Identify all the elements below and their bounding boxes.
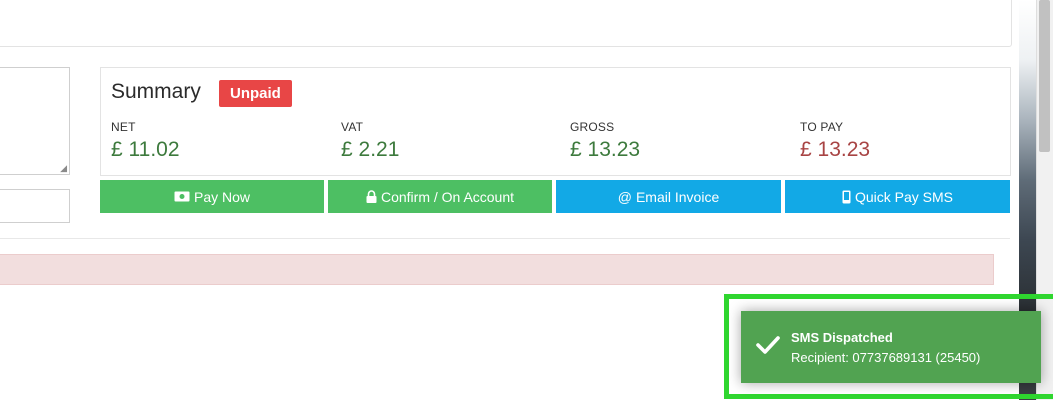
summary-panel: Summary Unpaid NET £ 11.02 VAT £ 2.21 GR…: [100, 67, 1011, 176]
stat-to-pay: TO PAY £ 13.23: [800, 120, 870, 162]
stat-gross-value: £ 13.23: [570, 138, 641, 161]
email-invoice-button[interactable]: @ Email Invoice: [556, 180, 781, 213]
sms-toast-notification[interactable]: SMS Dispatched Recipient: 07737689131 (2…: [741, 311, 1041, 383]
stat-to-pay-label: TO PAY: [800, 120, 844, 134]
stat-net: NET £ 11.02: [111, 120, 180, 162]
toast-title: SMS Dispatched: [791, 330, 893, 345]
confirm-label: Confirm / On Account: [380, 188, 515, 205]
notes-textarea[interactable]: ◢: [0, 67, 70, 175]
at-icon: @: [617, 188, 632, 205]
scrollbar-thumb[interactable]: [1039, 0, 1050, 152]
quick-pay-sms-button[interactable]: Quick Pay SMS: [785, 180, 1010, 213]
resize-grip-icon[interactable]: ◢: [60, 164, 67, 173]
reference-input[interactable]: [0, 189, 70, 223]
stat-gross-label: GROSS: [570, 120, 615, 134]
pay-now-button[interactable]: Pay Now: [100, 180, 324, 213]
stat-net-label: NET: [111, 120, 136, 134]
stat-to-pay-value: £ 13.23: [800, 138, 871, 161]
checkmark-icon: [756, 335, 780, 360]
pay-now-label: Pay Now: [193, 188, 251, 205]
stat-net-value: £ 11.02: [111, 138, 180, 161]
status-badge: Unpaid: [219, 80, 292, 107]
email-invoice-label: Email Invoice: [635, 188, 720, 205]
stat-vat-label: VAT: [341, 120, 364, 134]
stat-vat: VAT £ 2.21: [341, 120, 399, 162]
confirm-on-account-button[interactable]: Confirm / On Account: [328, 180, 552, 213]
top-panel: [0, 0, 1012, 47]
cash-icon: [174, 191, 190, 202]
toast-message: Recipient: 07737689131 (25450): [791, 350, 981, 365]
mobile-icon: [842, 190, 851, 204]
stat-gross: GROSS £ 13.23: [570, 120, 640, 162]
lock-icon: [366, 190, 377, 203]
alert-bar: [0, 254, 994, 285]
quick-pay-sms-label: Quick Pay SMS: [854, 188, 954, 205]
stat-vat-value: £ 2.21: [341, 138, 400, 161]
summary-title: Summary: [111, 80, 201, 103]
